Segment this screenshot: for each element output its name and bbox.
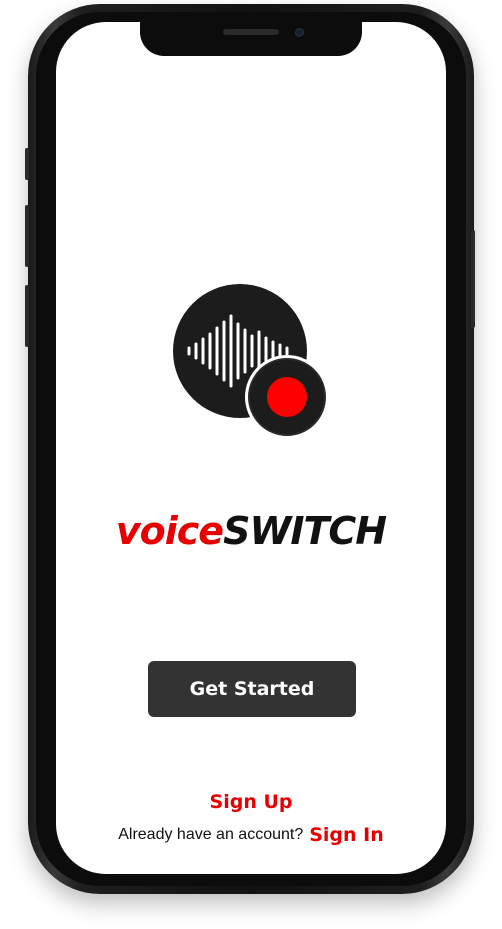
brand-wordmark-voice: voice xyxy=(115,509,224,553)
brand-wordmark: voiceSWITCH xyxy=(56,508,446,554)
front-camera xyxy=(295,28,304,37)
phone-silent-switch xyxy=(25,148,29,180)
sign-in-link[interactable]: Sign In xyxy=(309,824,384,846)
brand-wordmark-switch: SWITCH xyxy=(223,509,387,553)
sign-up-link[interactable]: Sign Up xyxy=(56,791,446,813)
phone-power-button xyxy=(471,230,475,328)
phone-volume-down-button xyxy=(25,285,29,347)
phone-notch xyxy=(140,22,362,56)
phone-volume-up-button xyxy=(25,205,29,267)
sign-in-row: Already have an account? Sign In xyxy=(56,824,446,846)
get-started-button[interactable]: Get Started xyxy=(148,661,356,717)
app-screen: voiceSWITCH Get Started Sign Up Already … xyxy=(56,22,446,874)
speaker-grille xyxy=(223,29,279,35)
account-prompt-text: Already have an account? xyxy=(118,826,304,843)
sound-wave-record-icon xyxy=(173,284,329,439)
